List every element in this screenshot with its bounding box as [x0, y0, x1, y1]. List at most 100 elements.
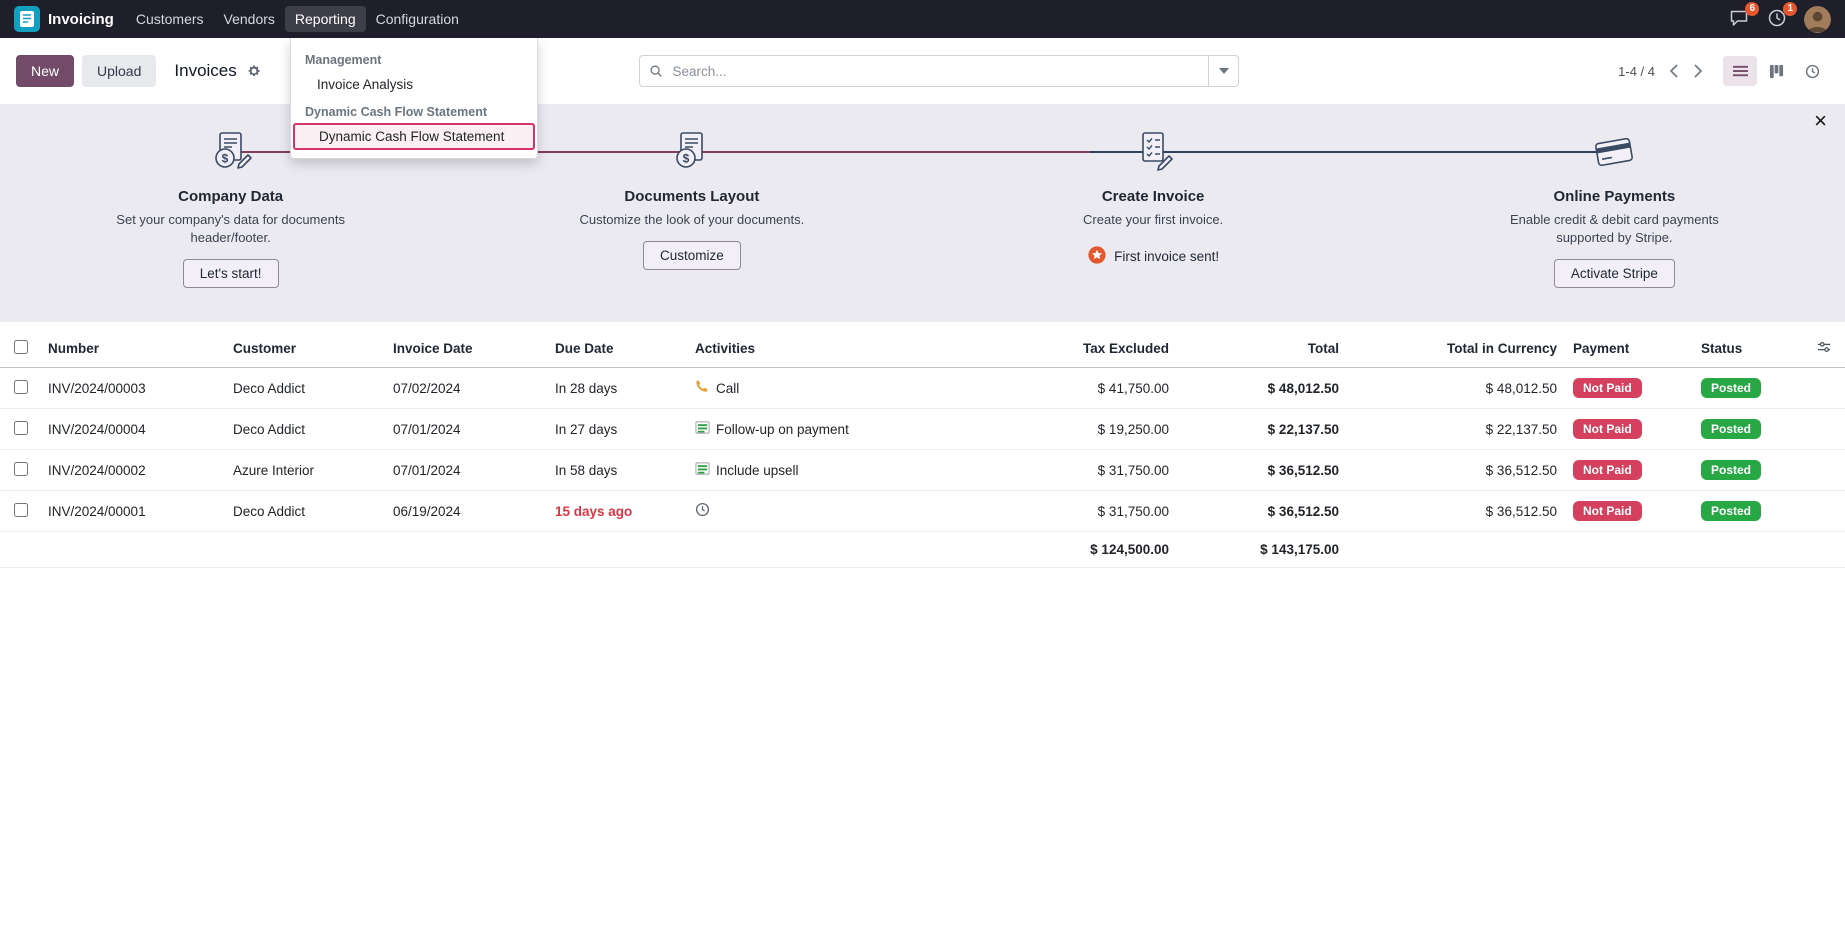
activities-count-badge: 1 [1783, 2, 1797, 16]
column-header-total[interactable]: Total [1177, 330, 1347, 368]
app-name[interactable]: Invoicing [48, 11, 114, 28]
search-icon [649, 64, 663, 78]
star-medal-icon [1087, 245, 1107, 268]
row-checkbox[interactable] [14, 503, 28, 517]
user-avatar[interactable] [1804, 6, 1831, 33]
payment-status-badge: Not Paid [1573, 419, 1642, 439]
step-title: Online Payments [1554, 188, 1676, 205]
gear-icon[interactable] [247, 64, 261, 78]
adjust-columns-icon[interactable] [1817, 342, 1831, 357]
activity-cell[interactable]: Include upsell [695, 461, 1004, 479]
activity-cell[interactable]: Call [695, 379, 1004, 397]
column-header-status[interactable]: Status [1693, 330, 1805, 368]
kanban-view-button[interactable] [1759, 56, 1793, 86]
menu-vendors[interactable]: Vendors [214, 6, 285, 32]
list-icon [695, 420, 710, 438]
step-description: Customize the look of your documents. [580, 211, 805, 229]
cell-invoice-date: 07/01/2024 [385, 450, 547, 491]
invoice-list-view: Number Customer Invoice Date Due Date Ac… [0, 330, 1845, 568]
dropdown-section-dynamic-cash-flow: Dynamic Cash Flow Statement [291, 98, 537, 123]
main-menu: Customers Vendors Reporting Configuratio… [126, 0, 469, 38]
column-header-payment[interactable]: Payment [1565, 330, 1693, 368]
cell-number: INV/2024/00002 [40, 450, 225, 491]
activities-button[interactable]: 1 [1766, 8, 1788, 30]
reporting-dropdown-menu: Management Invoice Analysis Dynamic Cash… [290, 38, 538, 159]
activity-cell[interactable]: Follow-up on payment [695, 420, 1004, 438]
invoicing-app-icon[interactable] [14, 6, 40, 32]
row-checkbox[interactable] [14, 462, 28, 476]
cell-total-in-currency: $ 36,512.50 [1347, 450, 1565, 491]
customize-button[interactable]: Customize [643, 241, 741, 270]
search-bar [639, 55, 1239, 87]
cell-total-in-currency: $ 22,137.50 [1347, 409, 1565, 450]
row-checkbox[interactable] [14, 380, 28, 394]
step-done-indicator: First invoice sent! [1087, 245, 1219, 268]
column-header-due-date[interactable]: Due Date [547, 330, 687, 368]
onboarding-banner: × $ Company Data Set your company's data… [0, 104, 1845, 322]
column-header-total-in-currency[interactable]: Total in Currency [1347, 330, 1565, 368]
status-badge: Posted [1701, 501, 1761, 521]
table-row[interactable]: INV/2024/00001 Deco Addict 06/19/2024 15… [0, 491, 1845, 532]
cell-total: $ 48,012.50 [1177, 368, 1347, 409]
table-row[interactable]: INV/2024/00002 Azure Interior 07/01/2024… [0, 450, 1845, 491]
total-sum: $ 143,175.00 [1177, 532, 1347, 568]
table-row[interactable]: INV/2024/00004 Deco Addict 07/01/2024 In… [0, 409, 1845, 450]
payment-status-badge: Not Paid [1573, 501, 1642, 521]
clock-icon [1767, 16, 1787, 31]
status-badge: Posted [1701, 460, 1761, 480]
status-badge: Posted [1701, 419, 1761, 439]
step-description: Set your company's data for documents he… [101, 211, 361, 247]
menu-item-dynamic-cash-flow-statement[interactable]: Dynamic Cash Flow Statement [293, 123, 535, 150]
activity-cell[interactable] [695, 502, 1004, 520]
search-dropdown-toggle[interactable] [1208, 56, 1238, 86]
cell-due-date-overdue: 15 days ago [547, 491, 687, 532]
cell-number: INV/2024/00001 [40, 491, 225, 532]
cell-total-in-currency: $ 36,512.50 [1347, 491, 1565, 532]
column-header-tax-excluded[interactable]: Tax Excluded [1012, 330, 1177, 368]
list-view-button[interactable] [1723, 56, 1757, 86]
close-icon[interactable]: × [1814, 110, 1827, 132]
menu-configuration[interactable]: Configuration [366, 6, 469, 32]
select-all-checkbox[interactable] [14, 340, 28, 354]
activity-label: Call [716, 381, 739, 396]
cell-due-date: In 28 days [547, 368, 687, 409]
svg-text:$: $ [221, 152, 228, 166]
lets-start-button[interactable]: Let's start! [183, 259, 279, 288]
column-header-invoice-date[interactable]: Invoice Date [385, 330, 547, 368]
payment-status-badge: Not Paid [1573, 378, 1642, 398]
pager-previous-button[interactable] [1663, 60, 1685, 82]
new-button[interactable]: New [16, 55, 74, 87]
company-data-document-icon: $ [207, 128, 255, 176]
pager-next-button[interactable] [1687, 60, 1709, 82]
row-checkbox[interactable] [14, 421, 28, 435]
top-navbar: Invoicing Customers Vendors Reporting Co… [0, 0, 1845, 38]
cell-tax-excluded: $ 41,750.00 [1012, 368, 1177, 409]
status-badge: Posted [1701, 378, 1761, 398]
cell-tax-excluded: $ 31,750.00 [1012, 450, 1177, 491]
messages-count-badge: 6 [1745, 2, 1759, 16]
menu-customers[interactable]: Customers [126, 6, 214, 32]
menu-item-invoice-analysis[interactable]: Invoice Analysis [291, 71, 537, 98]
table-row[interactable]: INV/2024/00003 Deco Addict 07/02/2024 In… [0, 368, 1845, 409]
upload-button[interactable]: Upload [82, 55, 156, 87]
pager-text: 1-4 / 4 [1618, 64, 1655, 79]
activity-view-button[interactable] [1795, 56, 1829, 86]
page-title: Invoices [174, 61, 236, 81]
search-input[interactable] [672, 64, 1208, 79]
column-header-customer[interactable]: Customer [225, 330, 385, 368]
cell-tax-excluded: $ 31,750.00 [1012, 491, 1177, 532]
activity-label: Include upsell [716, 463, 799, 478]
table-header-row: Number Customer Invoice Date Due Date Ac… [0, 330, 1845, 368]
create-invoice-icon [1129, 128, 1177, 176]
payment-status-badge: Not Paid [1573, 460, 1642, 480]
documents-layout-icon: $ [668, 128, 716, 176]
chat-bubble-icon [1729, 16, 1749, 31]
column-header-activities[interactable]: Activities [687, 330, 1012, 368]
messages-button[interactable]: 6 [1728, 8, 1750, 30]
cell-total: $ 22,137.50 [1177, 409, 1347, 450]
column-header-number[interactable]: Number [40, 330, 225, 368]
menu-reporting[interactable]: Reporting [285, 6, 366, 32]
view-switcher [1723, 56, 1829, 86]
cell-invoice-date: 07/02/2024 [385, 368, 547, 409]
activate-stripe-button[interactable]: Activate Stripe [1554, 259, 1675, 288]
